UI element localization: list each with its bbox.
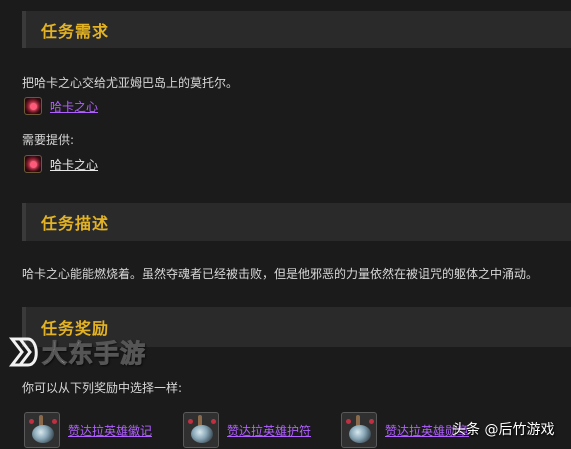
quest-page: 任务需求 把哈卡之心交给尤亚姆巴岛上的莫托尔。 哈卡之心 需要提供: 哈卡之心 … xyxy=(0,0,571,449)
provided-item-row[interactable]: 哈卡之心 xyxy=(24,155,98,173)
reward-item-link[interactable]: 赞达拉英雄护符 xyxy=(227,422,311,439)
section-title-requirements: 任务需求 xyxy=(41,21,110,41)
requirement-item-link[interactable]: 哈卡之心 xyxy=(50,98,98,115)
reward-item-3[interactable]: 赞达拉英雄勋章 xyxy=(341,412,469,448)
heart-of-hakkar-icon[interactable] xyxy=(24,155,42,173)
provided-item-link[interactable]: 哈卡之心 xyxy=(50,156,98,173)
heart-of-hakkar-icon[interactable] xyxy=(24,97,42,115)
author-credit: 头条 @后竹游戏 xyxy=(452,422,555,438)
rewards-choice-text: 你可以从下列奖励中选择一样: xyxy=(22,381,183,395)
amulet-icon[interactable] xyxy=(24,412,60,448)
watermark: 大东手游 xyxy=(8,334,146,370)
watermark-text: 大东手游 xyxy=(41,339,147,369)
reward-item-link[interactable]: 赞达拉英雄徽记 xyxy=(68,422,152,439)
section-title-description: 任务描述 xyxy=(41,214,110,233)
reward-item-1[interactable]: 赞达拉英雄徽记 xyxy=(24,412,152,448)
reward-item-2[interactable]: 赞达拉英雄护符 xyxy=(183,412,311,448)
watermark-logo-icon xyxy=(8,335,42,369)
description-text: 哈卡之心能能燃烧着。虽然夺魂者已经被击败，但是他邪恶的力量依然在被诅咒的躯体之中… xyxy=(22,267,539,281)
provided-label: 需要提供: xyxy=(22,133,75,147)
requirements-objective-text: 把哈卡之心交给尤亚姆巴岛上的莫托尔。 xyxy=(22,76,239,90)
amulet-icon[interactable] xyxy=(183,412,219,448)
section-header-description: 任务描述 xyxy=(22,203,571,241)
section-header-requirements: 任务需求 xyxy=(22,11,571,48)
requirement-item-row[interactable]: 哈卡之心 xyxy=(24,97,98,115)
amulet-icon[interactable] xyxy=(341,412,377,448)
